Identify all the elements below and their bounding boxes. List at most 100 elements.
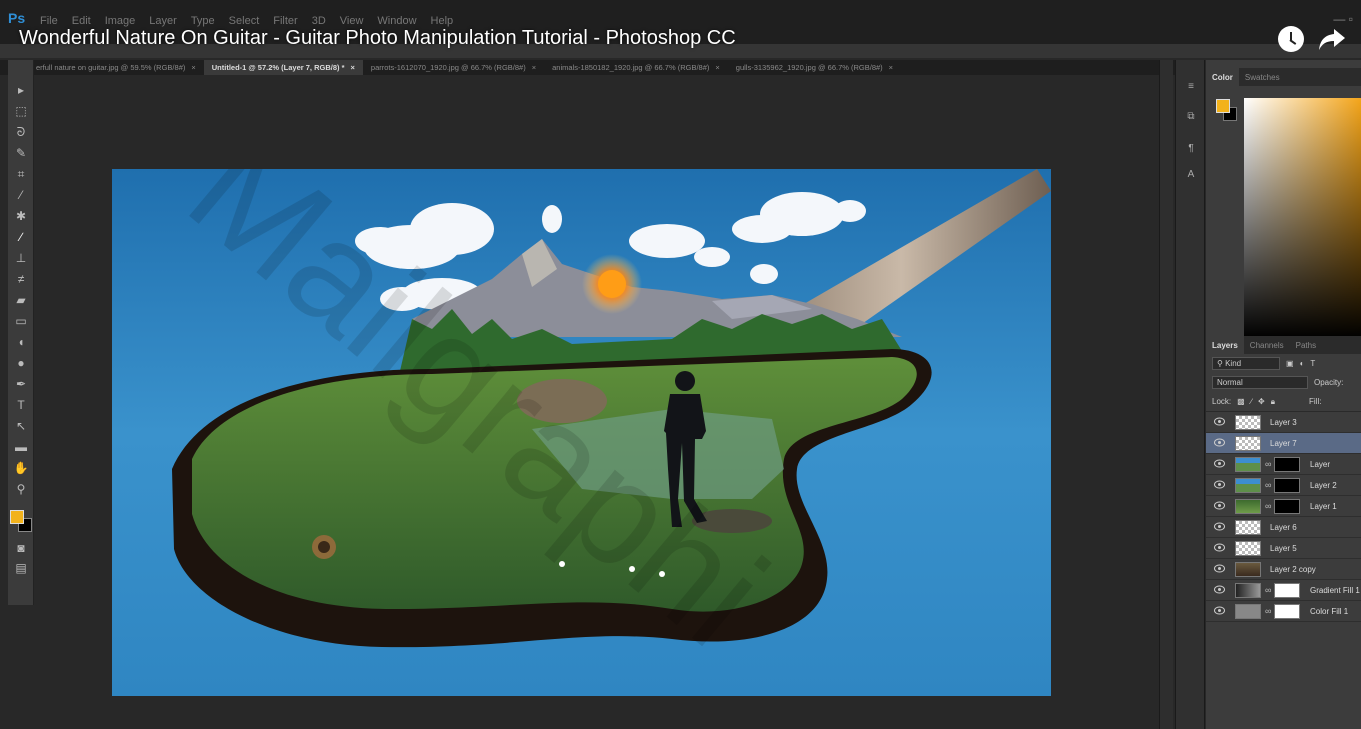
menu-layer[interactable]: Layer: [149, 15, 177, 27]
menu-file[interactable]: File: [40, 15, 58, 27]
hand-tool-icon[interactable]: ✋: [12, 460, 30, 476]
watch-later-icon[interactable]: [1278, 26, 1304, 52]
layer-row[interactable]: Layer 2 copy: [1206, 559, 1361, 580]
close-tab-icon[interactable]: ×: [191, 63, 195, 72]
quick-mask-icon[interactable]: ◙: [12, 540, 30, 556]
gradient-tool-icon[interactable]: ▭: [12, 313, 30, 329]
close-tab-icon[interactable]: ×: [715, 63, 719, 72]
layer-mask-thumbnail[interactable]: [1274, 583, 1300, 598]
link-chain-icon[interactable]: ∞: [1265, 459, 1271, 469]
character-panel-icon[interactable]: A: [1182, 166, 1200, 184]
eyedropper-tool-icon[interactable]: ⁄: [12, 187, 30, 203]
pen-tool-icon[interactable]: ✒: [12, 376, 30, 392]
document-tab[interactable]: animals-1850182_1920.jpg @ 66.7% (RGB/8#…: [544, 60, 728, 75]
link-chain-icon[interactable]: ∞: [1265, 606, 1271, 616]
layer-mask-thumbnail[interactable]: [1274, 478, 1300, 493]
minimize-icon[interactable]: — ▫: [1333, 12, 1353, 26]
eraser-tool-icon[interactable]: ▰: [12, 292, 30, 308]
tab-paths[interactable]: Paths: [1290, 336, 1322, 354]
crop-tool-icon[interactable]: ⌗: [12, 166, 30, 182]
menu-type[interactable]: Type: [191, 15, 215, 27]
move-tool-icon[interactable]: ▸: [12, 82, 30, 98]
blend-mode-select[interactable]: Normal: [1212, 375, 1308, 389]
layer-row[interactable]: ∞ Color Fill 1: [1206, 601, 1361, 622]
dodge-tool-icon[interactable]: ●: [12, 355, 30, 371]
menu-view[interactable]: View: [340, 15, 364, 27]
link-chain-icon[interactable]: ∞: [1265, 501, 1271, 511]
menu-3d[interactable]: 3D: [312, 15, 326, 27]
clone-stamp-tool-icon[interactable]: ⊥: [12, 250, 30, 266]
shape-tool-icon[interactable]: ▬: [12, 439, 30, 455]
history-panel-icon[interactable]: ≡: [1182, 78, 1200, 96]
tab-swatches[interactable]: Swatches: [1239, 68, 1286, 86]
lock-position-icon[interactable]: ✥: [1258, 397, 1265, 406]
marquee-tool-icon[interactable]: ⬚: [12, 103, 30, 119]
foreground-color-swatch[interactable]: [10, 510, 24, 524]
visibility-eye-icon[interactable]: [1214, 459, 1225, 468]
filter-adjustment-icon[interactable]: ◐: [1300, 359, 1305, 368]
document-tab[interactable]: parrots-1612070_1920.jpg @ 66.7% (RGB/8#…: [363, 60, 544, 75]
visibility-eye-icon[interactable]: [1214, 564, 1225, 573]
tab-color[interactable]: Color: [1206, 68, 1239, 86]
screen-mode-icon[interactable]: ▤: [12, 560, 30, 576]
close-tab-icon[interactable]: ×: [532, 63, 536, 72]
lock-image-icon[interactable]: ∕: [1251, 397, 1252, 406]
panel-foreground-swatch[interactable]: [1216, 99, 1230, 113]
filter-type-icon[interactable]: T: [1310, 359, 1315, 368]
visibility-eye-icon[interactable]: [1214, 501, 1225, 510]
healing-brush-tool-icon[interactable]: ✱: [12, 208, 30, 224]
document-tab-label: Untitled-1 @ 57.2% (Layer 7, RGB/8) *: [211, 63, 345, 72]
type-tool-icon[interactable]: T: [12, 397, 30, 413]
menu-edit[interactable]: Edit: [72, 15, 91, 27]
lock-transparent-icon[interactable]: ▩: [1237, 397, 1245, 406]
document-tab[interactable]: Untitled-1 @ 57.2% (Layer 7, RGB/8) * ×: [203, 60, 363, 75]
lasso-tool-icon[interactable]: ᘐ: [12, 124, 30, 140]
color-spectrum[interactable]: [1244, 98, 1361, 338]
vertical-scrollbar[interactable]: [1159, 60, 1173, 729]
visibility-eye-icon[interactable]: [1214, 606, 1225, 615]
tab-layers[interactable]: Layers: [1206, 336, 1244, 354]
document-tabs: erfull nature on guitar.jpg @ 59.5% (RGB…: [0, 60, 1175, 75]
layer-mask-thumbnail[interactable]: [1274, 604, 1300, 619]
close-tab-icon[interactable]: ×: [889, 63, 893, 72]
document-tab[interactable]: gulls-3135962_1920.jpg @ 66.7% (RGB/8#) ×: [728, 60, 901, 75]
layer-row[interactable]: ∞ Layer 2: [1206, 475, 1361, 496]
menu-image[interactable]: Image: [105, 15, 136, 27]
link-chain-icon[interactable]: ∞: [1265, 585, 1271, 595]
properties-panel-icon[interactable]: ⧉: [1182, 108, 1200, 126]
layer-mask-thumbnail[interactable]: [1274, 457, 1300, 472]
path-selection-tool-icon[interactable]: ↖: [12, 418, 30, 434]
menu-select[interactable]: Select: [229, 15, 260, 27]
layer-row[interactable]: Layer 5: [1206, 538, 1361, 559]
layer-row[interactable]: Layer 7: [1206, 433, 1361, 454]
menu-filter[interactable]: Filter: [273, 15, 297, 27]
layer-mask-thumbnail[interactable]: [1274, 499, 1300, 514]
quick-selection-tool-icon[interactable]: ✎: [12, 145, 30, 161]
zoom-tool-icon[interactable]: ⚲: [12, 481, 30, 497]
brush-tool-icon[interactable]: ∕: [12, 229, 30, 245]
document-canvas[interactable]: Mailgraphi: [112, 169, 1051, 696]
lock-all-icon[interactable]: 🔒︎: [1271, 397, 1275, 407]
history-brush-tool-icon[interactable]: ≠: [12, 271, 30, 287]
paragraph-panel-icon[interactable]: ¶: [1182, 140, 1200, 158]
visibility-eye-icon[interactable]: [1214, 543, 1225, 552]
visibility-eye-icon[interactable]: [1214, 585, 1225, 594]
tab-channels[interactable]: Channels: [1244, 336, 1290, 354]
filter-kind-select[interactable]: ⚲ Kind: [1212, 356, 1280, 370]
visibility-eye-icon[interactable]: [1214, 438, 1225, 447]
menu-help[interactable]: Help: [431, 15, 454, 27]
layer-row[interactable]: ∞ Gradient Fill 1: [1206, 580, 1361, 601]
visibility-eye-icon[interactable]: [1214, 522, 1225, 531]
visibility-eye-icon[interactable]: [1214, 417, 1225, 426]
visibility-eye-icon[interactable]: [1214, 480, 1225, 489]
filter-pixel-icon[interactable]: ▣: [1286, 359, 1294, 368]
link-chain-icon[interactable]: ∞: [1265, 480, 1271, 490]
layer-row[interactable]: ∞ Layer: [1206, 454, 1361, 475]
layer-row[interactable]: Layer 3: [1206, 412, 1361, 433]
layer-row[interactable]: ∞ Layer 1: [1206, 496, 1361, 517]
layer-row[interactable]: Layer 6: [1206, 517, 1361, 538]
close-tab-icon[interactable]: ×: [351, 63, 355, 72]
menu-window[interactable]: Window: [377, 15, 416, 27]
blur-tool-icon[interactable]: ◖: [12, 334, 30, 350]
share-icon[interactable]: [1318, 26, 1346, 52]
